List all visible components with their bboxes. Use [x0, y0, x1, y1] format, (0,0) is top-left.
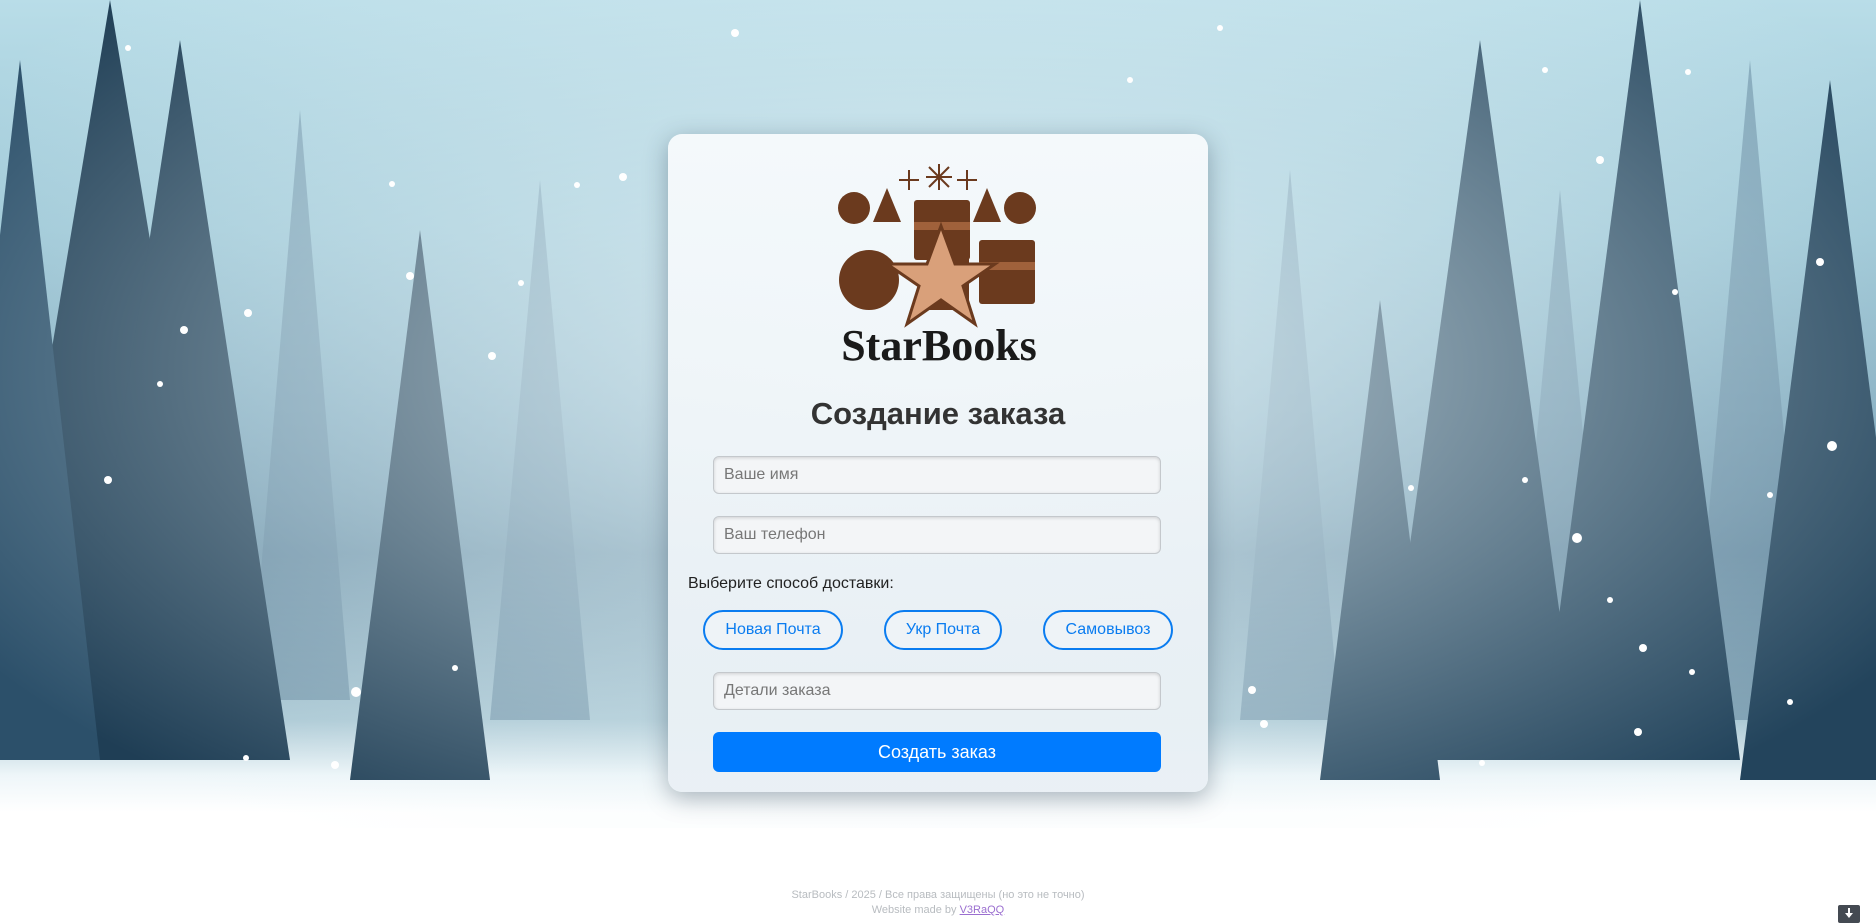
delivery-label: Выберите способ доставки:: [688, 575, 894, 592]
name-input[interactable]: [713, 456, 1161, 494]
download-icon[interactable]: [1838, 905, 1860, 923]
order-details-input[interactable]: [713, 672, 1161, 710]
footer-credit-prefix: Website made by: [871, 904, 960, 916]
author-link[interactable]: V3RaQQ: [960, 904, 1005, 916]
phone-input[interactable]: [713, 516, 1161, 554]
delivery-option-nova-poshta[interactable]: Новая Почта: [703, 610, 843, 650]
footer-credit: Website made by V3RaQQ: [0, 903, 1876, 918]
create-order-button[interactable]: Создать заказ: [713, 732, 1161, 772]
starbooks-logo: StarBooks: [809, 160, 1069, 372]
logo-text: StarBooks: [841, 321, 1037, 370]
footer-copyright: StarBooks / 2025 / Все права защищены (н…: [791, 889, 1085, 901]
delivery-option-pickup[interactable]: Самовывоз: [1043, 610, 1173, 650]
footer: StarBooks / 2025 / Все права защищены (н…: [0, 888, 1876, 918]
order-card: StarBooks Создание заказа Выберите спосо…: [668, 134, 1208, 792]
page-title: Создание заказа: [810, 396, 1066, 431]
delivery-option-ukr-poshta[interactable]: Укр Почта: [884, 610, 1002, 650]
